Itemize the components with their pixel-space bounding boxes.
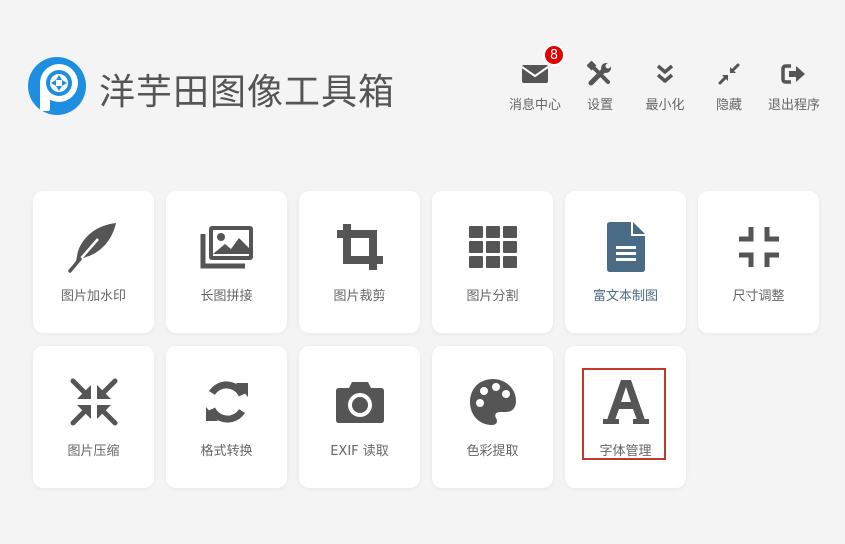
message-center-button[interactable]: 8 消息中心 [503,44,567,118]
settings-button[interactable]: 设置 [568,58,632,118]
double-chevron-down-icon [651,60,679,88]
compress-arrows-icon [715,60,743,88]
camera-icon [299,374,420,430]
envelope-icon [521,60,549,88]
font-icon [565,374,686,430]
tool-exif-read[interactable]: EXIF 读取 [299,346,420,488]
tool-font-manager[interactable]: 字体管理 [565,346,686,488]
exit-button[interactable]: 退出程序 [762,58,826,118]
tool-label: 富文本制图 [592,289,658,304]
settings-label: 设置 [586,98,613,113]
tool-compress[interactable]: 图片压缩 [33,346,154,488]
hide-button[interactable]: 隐藏 [697,58,761,118]
message-center-label: 消息中心 [508,98,561,113]
tool-split[interactable]: 图片分割 [432,191,553,333]
tool-label: EXIF 读取 [330,444,389,459]
tool-label: 格式转换 [200,444,253,459]
compress-icon [698,219,819,275]
notification-badge: 8 [543,44,565,66]
app-title: 洋芋田图像工具箱 [99,72,396,113]
minimize-label: 最小化 [645,98,685,113]
tool-long-image-stitch[interactable]: 长图拼接 [166,191,287,333]
window-toolbar: 8 消息中心 设置 最小化 隐藏 退出程序 [500,44,840,128]
feather-icon [33,219,154,275]
palette-icon [432,374,553,430]
tool-label: 图片分割 [466,289,519,304]
minimize-button[interactable]: 最小化 [633,58,697,118]
tool-color-extract[interactable]: 色彩提取 [432,346,553,488]
tool-label: 图片加水印 [60,289,126,304]
hide-label: 隐藏 [715,98,742,113]
tool-watermark[interactable]: 图片加水印 [33,191,154,333]
compress-arrows-in-icon [33,374,154,430]
tool-label: 尺寸调整 [732,289,785,304]
tool-crop[interactable]: 图片裁剪 [299,191,420,333]
tool-resize[interactable]: 尺寸调整 [698,191,819,333]
tool-label: 色彩提取 [466,444,519,459]
app-logo [27,56,87,116]
header: 洋芋田图像工具箱 8 消息中心 设置 最小化 隐藏 退出程序 [0,0,845,150]
tool-label: 图片压缩 [67,444,120,459]
sync-icon [166,374,287,430]
grid-icon [432,219,553,275]
exit-label: 退出程序 [767,98,820,113]
sign-out-icon [780,60,808,88]
tool-label: 长图拼接 [200,289,253,304]
tool-label: 字体管理 [599,444,652,459]
tool-rich-text[interactable]: 富文本制图 [565,191,686,333]
document-icon [565,219,686,275]
tool-label: 图片裁剪 [333,289,386,304]
tool-format-convert[interactable]: 格式转换 [166,346,287,488]
crop-icon [299,219,420,275]
wrench-screwdriver-icon [586,60,614,88]
images-icon [166,219,287,275]
